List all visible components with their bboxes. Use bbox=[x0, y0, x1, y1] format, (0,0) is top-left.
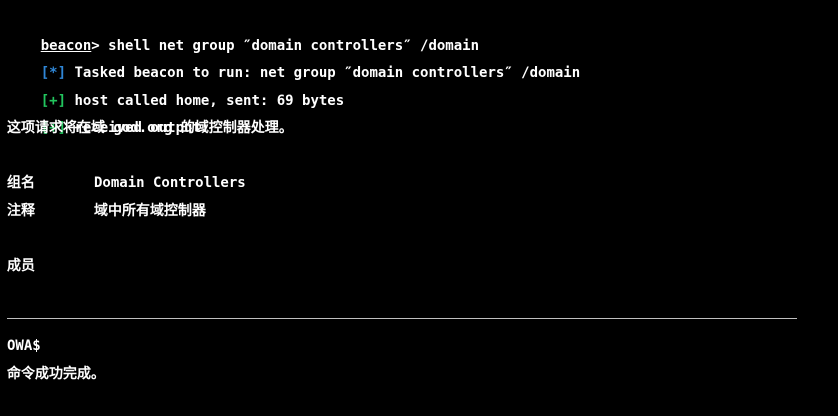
members-label: 成员 bbox=[7, 257, 35, 274]
group-name-value: Domain Controllers bbox=[94, 175, 246, 191]
comment-value: 域中所有域控制器 bbox=[94, 202, 206, 219]
members-section: OWA$ 命令成功完成。 bbox=[7, 333, 105, 388]
group-name-label: 组名 bbox=[7, 175, 35, 191]
group-name-row: 组名 Domain Controllers bbox=[7, 170, 838, 198]
command-result: 命令成功完成。 bbox=[7, 365, 105, 382]
comment-label: 注释 bbox=[7, 202, 35, 219]
output-intro: 这项请求将在域 god.org 的域控制器处理。 bbox=[7, 120, 293, 136]
command-prompt-line: beacon> shell net group ″domain controll… bbox=[7, 5, 838, 54]
terminal-window[interactable]: beacon> shell net group ″domain controll… bbox=[0, 0, 838, 416]
status-text: host called home, sent: 69 bytes bbox=[66, 92, 345, 109]
prompt-arrow: > bbox=[91, 37, 100, 54]
info-tag: [*] bbox=[40, 65, 67, 81]
member-name: OWA$ bbox=[7, 338, 41, 354]
success-tag: [+] bbox=[40, 92, 67, 109]
comment-row: 注释 域中所有域控制器 bbox=[7, 198, 838, 226]
prompt-name: beacon bbox=[40, 37, 92, 54]
members-divider bbox=[7, 318, 797, 319]
command-text: shell net group ″domain controllers″ /do… bbox=[99, 37, 480, 54]
status-text: Tasked beacon to run: net group ″domain … bbox=[66, 65, 581, 81]
